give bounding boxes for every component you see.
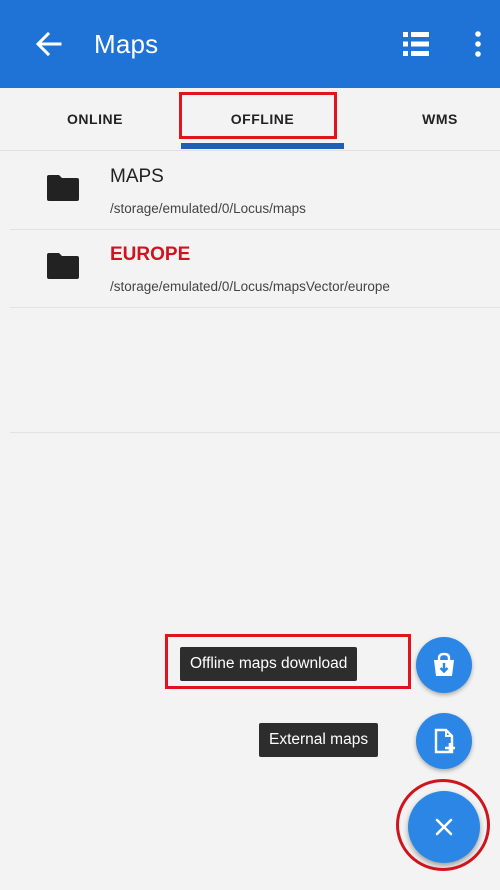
folder-name: EUROPE [110,244,191,265]
folder-name: MAPS [110,166,164,187]
shopping-bag-download-icon [434,652,454,676]
folder-path: /storage/emulated/0/Locus/mapsVector/eur… [110,279,390,294]
list-item[interactable]: EUROPE /storage/emulated/0/Locus/mapsVec… [10,230,500,308]
page-title: Maps [94,29,159,59]
list-view-icon[interactable] [403,31,429,57]
list-item[interactable]: MAPS /storage/emulated/0/Locus/maps [10,152,500,230]
offline-maps-download-button[interactable] [416,637,472,693]
tab-wms[interactable]: WMS [390,88,490,150]
tab-selected-indicator [181,143,344,149]
more-vert-icon[interactable] [472,30,484,58]
external-maps-label[interactable]: External maps [259,723,379,757]
add-file-icon [434,728,455,754]
back-arrow-icon[interactable] [34,28,62,60]
folder-icon [47,253,79,279]
annotation-highlight-offline-tab [179,92,337,139]
folder-icon [47,175,79,201]
external-maps-button[interactable] [416,713,472,769]
annotation-highlight-fab [396,779,490,871]
annotation-highlight-offline-download [165,634,411,689]
folder-path: /storage/emulated/0/Locus/maps [110,201,306,216]
tab-online[interactable]: ONLINE [40,88,150,150]
app-bar: Maps [0,0,500,88]
list-empty-space [10,308,500,433]
